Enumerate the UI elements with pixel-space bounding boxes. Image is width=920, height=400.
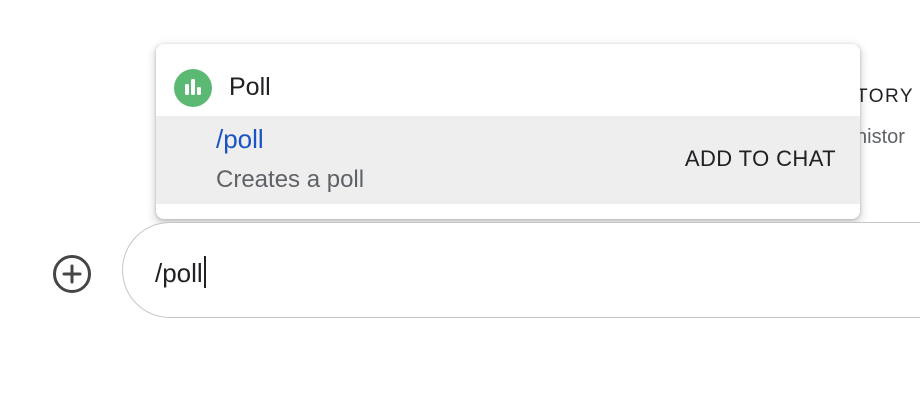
history-subtext-fragment: histor bbox=[856, 126, 905, 148]
add-to-chat-button[interactable]: ADD TO CHAT bbox=[685, 146, 836, 172]
chat-window: TORY histor Poll /poll Creates a poll AD… bbox=[0, 0, 920, 400]
history-heading-fragment: TORY bbox=[856, 86, 915, 107]
add-attachment-button[interactable] bbox=[52, 254, 92, 294]
app-name: Poll bbox=[229, 73, 271, 101]
poll-app-icon bbox=[174, 69, 212, 107]
message-input[interactable]: /poll bbox=[122, 222, 920, 318]
app-header: Poll bbox=[156, 44, 860, 116]
message-text: /poll bbox=[155, 258, 203, 288]
message-input-text: /poll bbox=[155, 256, 206, 289]
add-circle-icon bbox=[53, 255, 91, 293]
text-caret bbox=[203, 256, 206, 288]
bar-chart-icon bbox=[185, 79, 201, 95]
command-description: Creates a poll bbox=[216, 166, 365, 193]
slash-command-autocomplete: Poll /poll Creates a poll ADD TO CHAT bbox=[156, 44, 860, 219]
command-name: /poll bbox=[216, 124, 264, 154]
command-suggestion-poll[interactable]: /poll Creates a poll ADD TO CHAT bbox=[156, 116, 860, 204]
